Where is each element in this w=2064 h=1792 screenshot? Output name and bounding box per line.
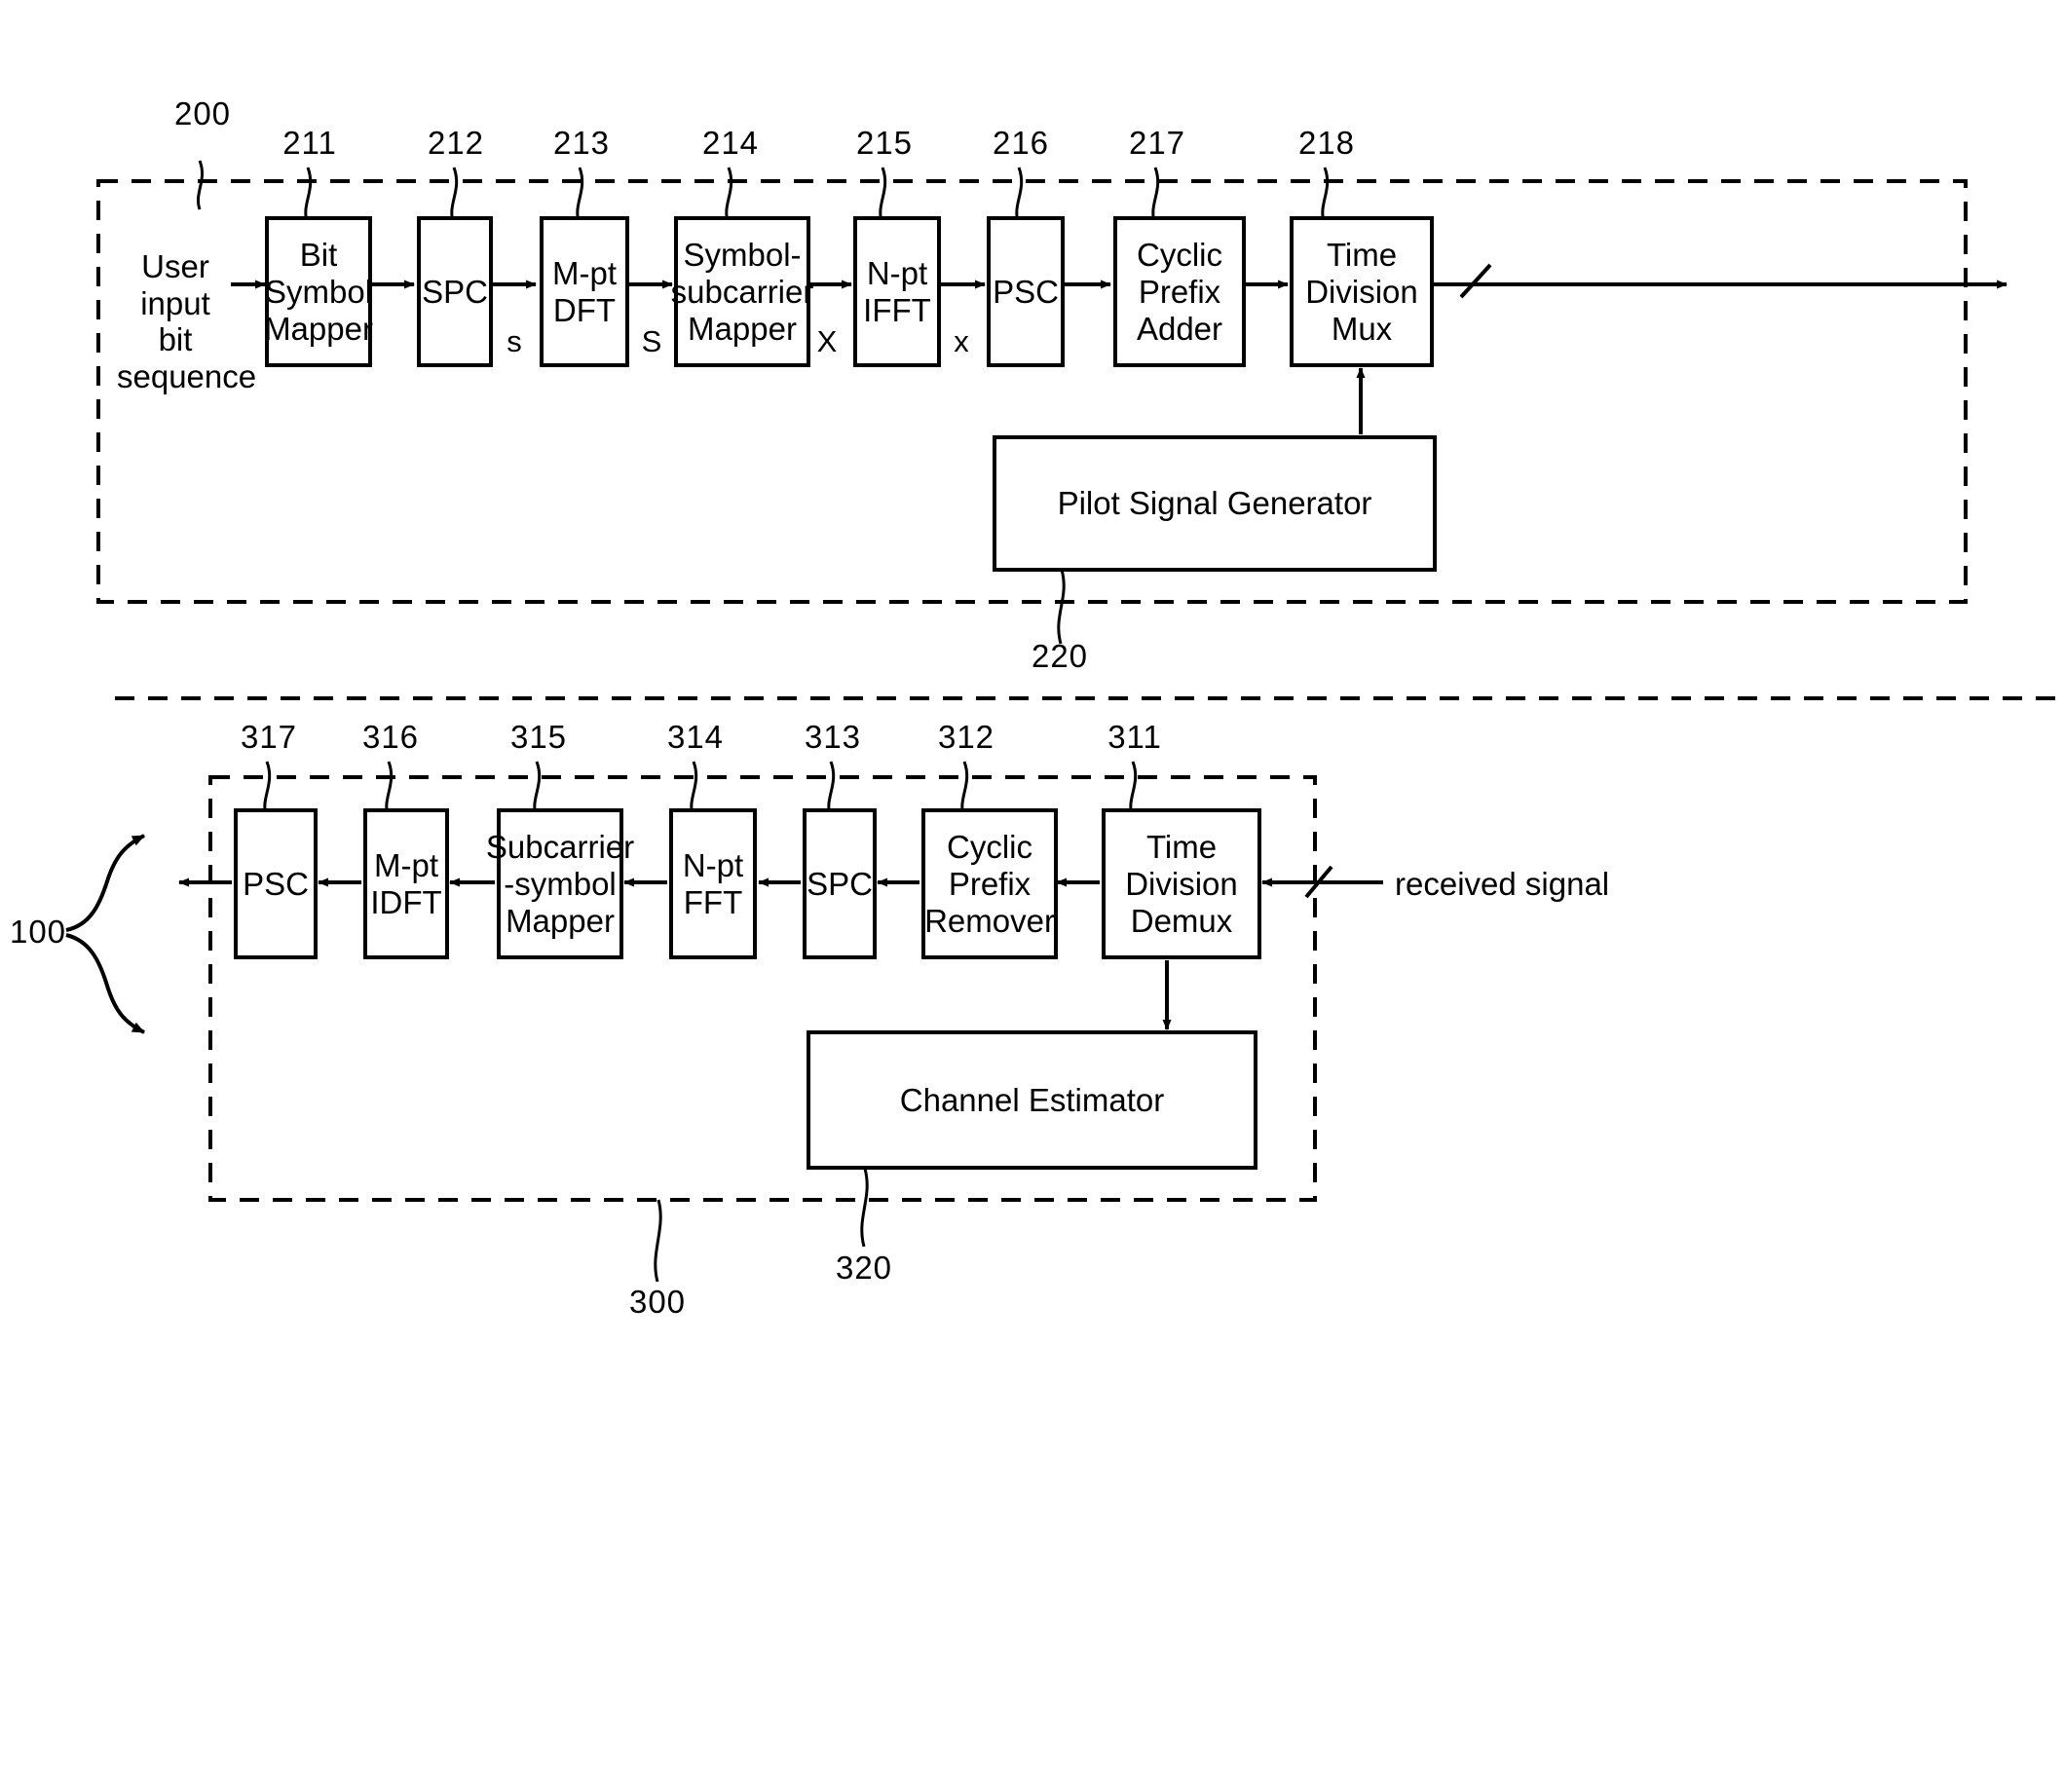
block-m-pt-idft[interactable]: M-pt IDFT <box>363 808 449 959</box>
ref-numeral-217: 217 <box>1128 125 1186 161</box>
block-psc-rx[interactable]: PSC <box>234 808 318 959</box>
ref-numeral-317: 317 <box>240 719 298 755</box>
ref-numeral-300: 300 <box>628 1284 687 1320</box>
block-spc-rx-label: SPC <box>807 865 873 902</box>
block-spc-tx-label: SPC <box>422 273 488 310</box>
block-psc-tx-label: PSC <box>993 273 1059 310</box>
ref-numeral-100: 100 <box>9 914 67 950</box>
block-n-pt-ifft-label: N-pt IFFT <box>863 254 931 328</box>
ref-numeral-212: 212 <box>427 125 485 161</box>
block-time-division-mux-label: Time Division Mux <box>1305 236 1418 347</box>
block-symbol-subcarrier-mapper-label: Symbol- subcarrier Mapper <box>670 236 814 347</box>
ref-numeral-315: 315 <box>509 719 568 755</box>
block-bit-symbol-mapper-label: Bit Symbol Mapper <box>264 236 373 347</box>
block-spc-rx[interactable]: SPC <box>803 808 877 959</box>
signal-label-x-upper: X <box>816 324 838 358</box>
block-cyclic-prefix-adder[interactable]: Cyclic Prefix Adder <box>1113 216 1246 367</box>
ref-numeral-316: 316 <box>361 719 420 755</box>
signal-label-x-lower: x <box>954 324 969 358</box>
ref-numeral-215: 215 <box>855 125 914 161</box>
block-pilot-signal-generator[interactable]: Pilot Signal Generator <box>993 435 1437 572</box>
ref-numeral-311: 311 <box>1107 719 1162 755</box>
block-channel-estimator-label: Channel Estimator <box>899 1081 1165 1118</box>
block-subcarrier-symbol-mapper-label: Subcarrier -symbol Mapper <box>485 828 635 939</box>
ref-numeral-216: 216 <box>992 125 1050 161</box>
ref-numeral-200: 200 <box>173 95 232 131</box>
ref-numeral-313: 313 <box>804 719 862 755</box>
block-m-pt-dft-label: M-pt DFT <box>552 254 617 328</box>
ref-numeral-320: 320 <box>835 1250 893 1286</box>
block-cyclic-prefix-remover[interactable]: Cyclic Prefix Remover <box>921 808 1058 959</box>
signal-label-s-lower: s <box>507 324 522 358</box>
block-pilot-signal-generator-label: Pilot Signal Generator <box>1057 485 1372 521</box>
signal-label-s-upper: S <box>641 324 662 358</box>
ref-numeral-312: 312 <box>937 719 995 755</box>
ref-numeral-214: 214 <box>701 125 760 161</box>
block-channel-estimator[interactable]: Channel Estimator <box>807 1030 1257 1170</box>
block-cyclic-prefix-remover-label: Cyclic Prefix Remover <box>924 828 1055 939</box>
ref-numeral-211: 211 <box>282 125 337 161</box>
block-bit-symbol-mapper[interactable]: Bit Symbol Mapper <box>264 216 373 367</box>
ref-numeral-220: 220 <box>1031 638 1089 674</box>
block-time-division-mux[interactable]: Time Division Mux <box>1290 216 1434 367</box>
figure-canvas: 200 211 212 213 214 215 216 217 218 220 … <box>0 0 2064 1792</box>
ref-numeral-314: 314 <box>666 719 725 755</box>
ref-numeral-213: 213 <box>552 125 611 161</box>
user-input-bit-sequence-label: User input bit sequence <box>117 248 257 394</box>
block-n-pt-fft-label: N-pt FFT <box>682 846 744 920</box>
block-symbol-subcarrier-mapper[interactable]: Symbol- subcarrier Mapper <box>671 216 813 367</box>
block-n-pt-fft[interactable]: N-pt FFT <box>669 808 757 959</box>
block-time-division-demux-label: Time Division Demux <box>1125 828 1238 939</box>
ref-numeral-218: 218 <box>1297 125 1356 161</box>
block-n-pt-ifft[interactable]: N-pt IFFT <box>853 216 941 367</box>
block-time-division-demux[interactable]: Time Division Demux <box>1102 808 1261 959</box>
block-psc-rx-label: PSC <box>243 865 309 902</box>
block-spc-tx[interactable]: SPC <box>417 216 493 367</box>
received-signal-label: received signal <box>1395 866 1610 902</box>
block-psc-tx[interactable]: PSC <box>987 216 1065 367</box>
block-m-pt-dft[interactable]: M-pt DFT <box>540 216 629 367</box>
block-subcarrier-symbol-mapper[interactable]: Subcarrier -symbol Mapper <box>486 808 634 959</box>
block-cyclic-prefix-adder-label: Cyclic Prefix Adder <box>1136 236 1223 347</box>
block-m-pt-idft-label: M-pt IDFT <box>370 846 442 920</box>
